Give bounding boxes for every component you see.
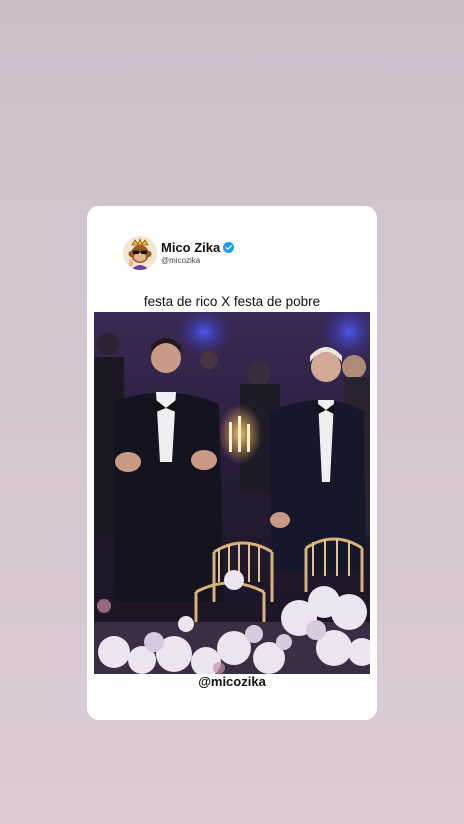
party-scene-image [94,312,370,674]
video-watermark: @micozika [198,674,266,689]
monkey-king-avatar-icon [123,236,157,270]
post-caption: festa de rico X festa de pobre [143,294,321,309]
verified-badge-icon [223,242,235,253]
post-card: Mico Zika @micozika festa de rico X fest… [87,206,377,720]
avatar[interactable] [123,236,157,270]
handle[interactable]: @micozika [161,256,234,266]
author-info: Mico Zika @micozika [161,240,235,266]
post-header: Mico Zika @micozika [123,236,235,270]
display-name-row: Mico Zika [161,240,235,255]
video-frame[interactable] [94,312,370,674]
display-name[interactable]: Mico Zika [161,240,220,255]
